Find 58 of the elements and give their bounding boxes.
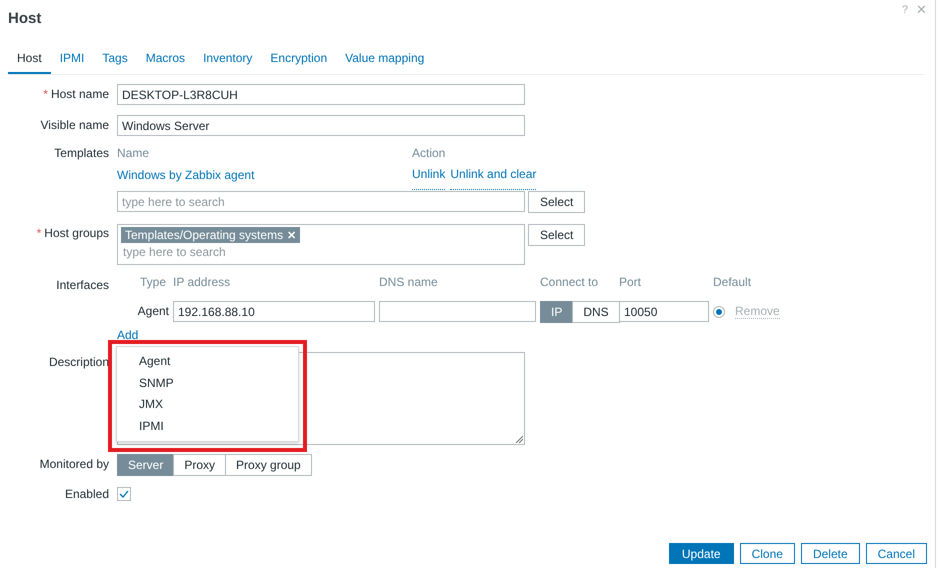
- column-header: Default: [713, 275, 752, 291]
- required-mark: *: [43, 87, 48, 101]
- checkbox[interactable]: [117, 487, 131, 501]
- field-label: Visible name: [40, 118, 109, 132]
- column-header: Type: [139, 275, 168, 291]
- segment-button[interactable]: IP: [540, 301, 574, 323]
- dialog-button[interactable]: Delete: [800, 543, 860, 564]
- menu-item[interactable]: IPMI: [117, 416, 298, 437]
- column-header: Port: [619, 275, 642, 291]
- tab[interactable]: Host: [8, 51, 51, 74]
- tab[interactable]: Encryption: [261, 51, 336, 74]
- tab[interactable]: Macros: [136, 51, 194, 74]
- add-link[interactable]: Add: [117, 329, 138, 343]
- text-field[interactable]: DESKTOP-L3R8CUH: [117, 84, 525, 105]
- template-link[interactable]: Windows by Zabbix agent: [117, 168, 254, 190]
- segment-button[interactable]: Proxy: [173, 454, 226, 476]
- text-field[interactable]: [379, 301, 536, 322]
- field-label: Host name: [50, 87, 109, 101]
- tag-label: Templates/Operating systems: [125, 228, 284, 242]
- menu-item[interactable]: SNMP: [117, 372, 298, 394]
- column-header: Action: [412, 146, 446, 162]
- host-group-field[interactable]: Templates/Operating systems ✕ type here to search: [117, 224, 525, 265]
- field-label: Description: [48, 355, 109, 369]
- field-label: Interfaces: [56, 278, 109, 292]
- tab[interactable]: Inventory: [194, 51, 262, 74]
- interface-type: Agent: [136, 303, 169, 320]
- text-field[interactable]: Windows Server: [117, 115, 525, 136]
- select-button[interactable]: Select: [528, 224, 586, 246]
- required-mark: *: [36, 226, 42, 240]
- segment-button[interactable]: DNS: [572, 301, 620, 323]
- select-button[interactable]: Select: [528, 191, 586, 213]
- field-label: Monitored by: [40, 457, 109, 471]
- search-field[interactable]: type here to search: [117, 191, 525, 212]
- remove-icon[interactable]: ✕: [287, 228, 296, 242]
- dialog-button[interactable]: Clone: [740, 543, 795, 564]
- dialog-title: Host: [8, 10, 42, 27]
- dialog-button[interactable]: Update: [668, 543, 734, 564]
- tab[interactable]: Tags: [93, 51, 137, 74]
- column-header: Name: [117, 146, 150, 162]
- segment-button[interactable]: Proxy group: [225, 454, 312, 476]
- radio-button[interactable]: [713, 306, 725, 318]
- column-header: IP address: [173, 275, 232, 291]
- tab[interactable]: Value mapping: [336, 51, 434, 74]
- column-header: DNS name: [379, 275, 439, 291]
- unlink-link[interactable]: Unlink: [412, 168, 446, 190]
- menu-item[interactable]: Agent: [117, 351, 298, 372]
- field-label: Host groups: [44, 226, 109, 240]
- dialog-button[interactable]: Cancel: [866, 543, 927, 564]
- resize-icon: [515, 435, 523, 443]
- column-header: Connect to: [540, 275, 600, 291]
- field-label: Templates: [54, 146, 109, 160]
- tab[interactable]: IPMI: [50, 51, 94, 74]
- unlink-link[interactable]: Unlink and clear: [450, 168, 536, 190]
- text-field[interactable]: 10050: [619, 301, 709, 322]
- text-field[interactable]: 192.168.88.10: [173, 301, 375, 322]
- field-label: Enabled: [64, 487, 109, 501]
- menu-item[interactable]: JMX: [117, 394, 298, 416]
- segment-button[interactable]: Server: [117, 454, 174, 476]
